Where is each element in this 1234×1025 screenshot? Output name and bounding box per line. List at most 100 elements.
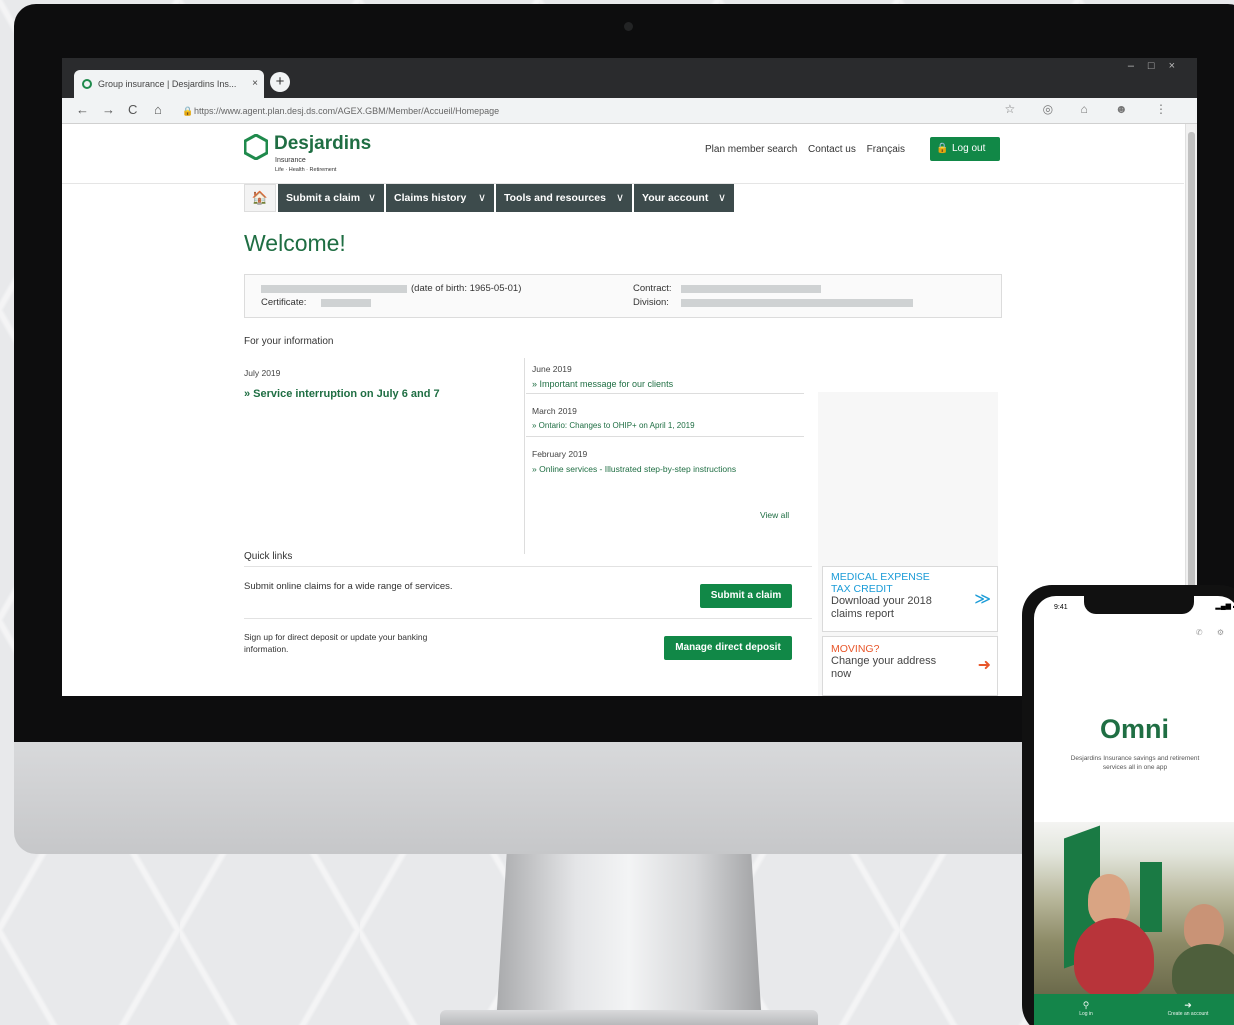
window-controls[interactable]: –□× (1128, 60, 1189, 72)
quick-link-text: Submit online claims for a wide range of… (244, 581, 453, 592)
imac-stand (496, 854, 762, 1025)
promo-title: MOVING? (831, 643, 880, 655)
header-links: Plan member search Contact us Français (705, 144, 913, 155)
logout-button[interactable]: 🔒 Log out (930, 137, 1000, 161)
phone-status-icons: ▂▄▆ ▬ (1215, 603, 1234, 610)
phone-time: 9:41 (1054, 604, 1068, 611)
close-tab-icon[interactable]: × (252, 70, 258, 98)
phone-notch (1084, 596, 1194, 614)
address-bar: ← → C ⌂ 🔒 https://www.agent.plan.desj.ds… (62, 98, 1197, 124)
news-date: June 2019 (532, 364, 572, 374)
nav-label: Tools and resources (504, 192, 606, 204)
new-tab-button[interactable]: + (270, 72, 290, 92)
omni-tagline: Desjardins Insurance savings and retirem… (1070, 755, 1200, 771)
logo-tagline: Life · Health · Retirement (275, 167, 337, 173)
manage-direct-deposit-button[interactable]: Manage direct deposit (664, 636, 792, 660)
imac-stand-base (440, 1010, 818, 1025)
home-nav-button[interactable]: 🏠 (244, 184, 276, 212)
quick-links-divider (244, 618, 812, 619)
chevron-down-icon: ∨ (367, 192, 376, 204)
certificate-label: Certificate: (261, 297, 307, 308)
redacted-contract (681, 285, 821, 293)
quick-links-divider (244, 566, 812, 567)
news-link-service-interruption[interactable]: » Service interruption on July 6 and 7 (244, 388, 440, 400)
info-section-title: For your information (244, 336, 334, 347)
submit-claim-button[interactable]: Submit a claim (700, 584, 792, 608)
quick-links-title: Quick links (244, 551, 293, 562)
browser-tab[interactable]: Group insurance | Desjardins Ins... × (74, 70, 264, 98)
arrow-circle-icon: ➜ (977, 657, 991, 674)
hexagon-logo-icon (244, 134, 268, 160)
nav-label: Submit a claim (286, 192, 361, 204)
news-date: March 2019 (532, 406, 577, 416)
promo-text: now (831, 668, 852, 680)
redacted-name (261, 285, 407, 293)
hikers-photo (1034, 822, 1234, 1004)
extension-icons[interactable]: ☆ ◎ ⌂ ☻ ⋮ (1005, 102, 1179, 116)
reload-icon[interactable]: C (128, 102, 137, 117)
nav-label: Your account (642, 192, 709, 204)
site-header: Desjardins Insurance Life · Health · Ret… (62, 124, 1184, 184)
nav-claims-history[interactable]: Claims history ∨ (386, 184, 494, 212)
nav-tools-resources[interactable]: Tools and resources ∨ (496, 184, 632, 212)
create-account-label: Create an account (1167, 1011, 1209, 1017)
contact-us-link[interactable]: Contact us (808, 144, 856, 155)
double-chevron-down-icon: ≫ (974, 591, 991, 608)
contract-label: Contract: (633, 283, 672, 294)
scroll-thumb[interactable] (1188, 132, 1195, 652)
page-title: Welcome! (244, 230, 346, 256)
news-date: July 2019 (244, 368, 281, 378)
nav-label: Claims history (394, 192, 467, 204)
url-input[interactable]: 🔒 https://www.agent.plan.desj.ds.com/AGE… (180, 101, 1040, 121)
news-link-online-services[interactable]: » Online services - Illustrated step-by-… (532, 464, 736, 474)
francais-link[interactable]: Français (867, 144, 905, 155)
promo-text: claims report (831, 608, 894, 620)
quick-link-text: Sign up for direct deposit or update you… (244, 632, 428, 642)
phone-header-icons[interactable]: ✆ ⚙ (1196, 628, 1230, 637)
redacted-division (681, 299, 913, 307)
promo-title: TAX CREDIT (831, 583, 893, 595)
phone-bottom-bar: ⚲ Log in ➜ Create an account (1034, 994, 1234, 1025)
web-page: Desjardins Insurance Life · Health · Ret… (62, 124, 1184, 696)
login-icon: ⚲ (1082, 1000, 1090, 1010)
view-all-link[interactable]: View all (760, 510, 789, 520)
home-icon: 🏠 (251, 190, 269, 205)
favicon-icon (82, 79, 92, 89)
promo-text: Download your 2018 (831, 595, 932, 607)
phone-screen: 9:41 ▂▄▆ ▬ ✆ ⚙ Omni Desjardins Insurance… (1034, 596, 1234, 1025)
login-tab[interactable]: ⚲ Log in (1056, 1000, 1116, 1017)
create-account-icon: ➜ (1184, 1000, 1192, 1010)
tab-strip: Group insurance | Desjardins Ins... × + … (62, 58, 1197, 98)
camera-dot (624, 22, 633, 31)
member-info-box: (date of birth: 1965-05-01) Certificate:… (244, 274, 1002, 318)
forward-icon[interactable]: → (102, 102, 115, 117)
news-separator (526, 436, 804, 437)
news-link-important-message[interactable]: » Important message for our clients (532, 379, 673, 389)
brand-shape (1140, 862, 1162, 932)
promo-moving[interactable]: MOVING? Change your address now ➜ (822, 636, 998, 696)
news-separator (526, 393, 804, 394)
hiker-jacket (1074, 918, 1154, 998)
url-text: https://www.agent.plan.desj.ds.com/AGEX.… (194, 106, 500, 116)
nav-your-account[interactable]: Your account ∨ (634, 184, 734, 212)
create-account-tab[interactable]: ➜ Create an account (1158, 1000, 1218, 1017)
nav-submit-claim[interactable]: Submit a claim ∨ (278, 184, 384, 212)
plan-member-search-link[interactable]: Plan member search (705, 144, 797, 155)
back-icon[interactable]: ← (76, 102, 89, 117)
login-label: Log in (1079, 1011, 1093, 1017)
chevron-down-icon: ∨ (477, 192, 486, 204)
info-divider (524, 358, 525, 554)
tab-title: Group insurance | Desjardins Ins... (98, 79, 237, 89)
redacted-certificate (321, 299, 371, 307)
logo-subtitle: Insurance (275, 157, 306, 164)
chevron-down-icon: ∨ (615, 192, 624, 204)
division-label: Division: (633, 297, 669, 308)
news-link-ohip[interactable]: » Ontario: Changes to OHIP+ on April 1, … (532, 421, 695, 430)
promo-tax-credit[interactable]: MEDICAL EXPENSE TAX CREDIT Download your… (822, 566, 998, 632)
promo-text: Change your address (831, 655, 937, 667)
news-date: February 2019 (532, 449, 588, 459)
chevron-down-icon: ∨ (717, 192, 726, 204)
promo-title: MEDICAL EXPENSE (831, 571, 930, 583)
logo-name: Desjardins (274, 133, 372, 154)
home-icon[interactable]: ⌂ (154, 102, 162, 117)
